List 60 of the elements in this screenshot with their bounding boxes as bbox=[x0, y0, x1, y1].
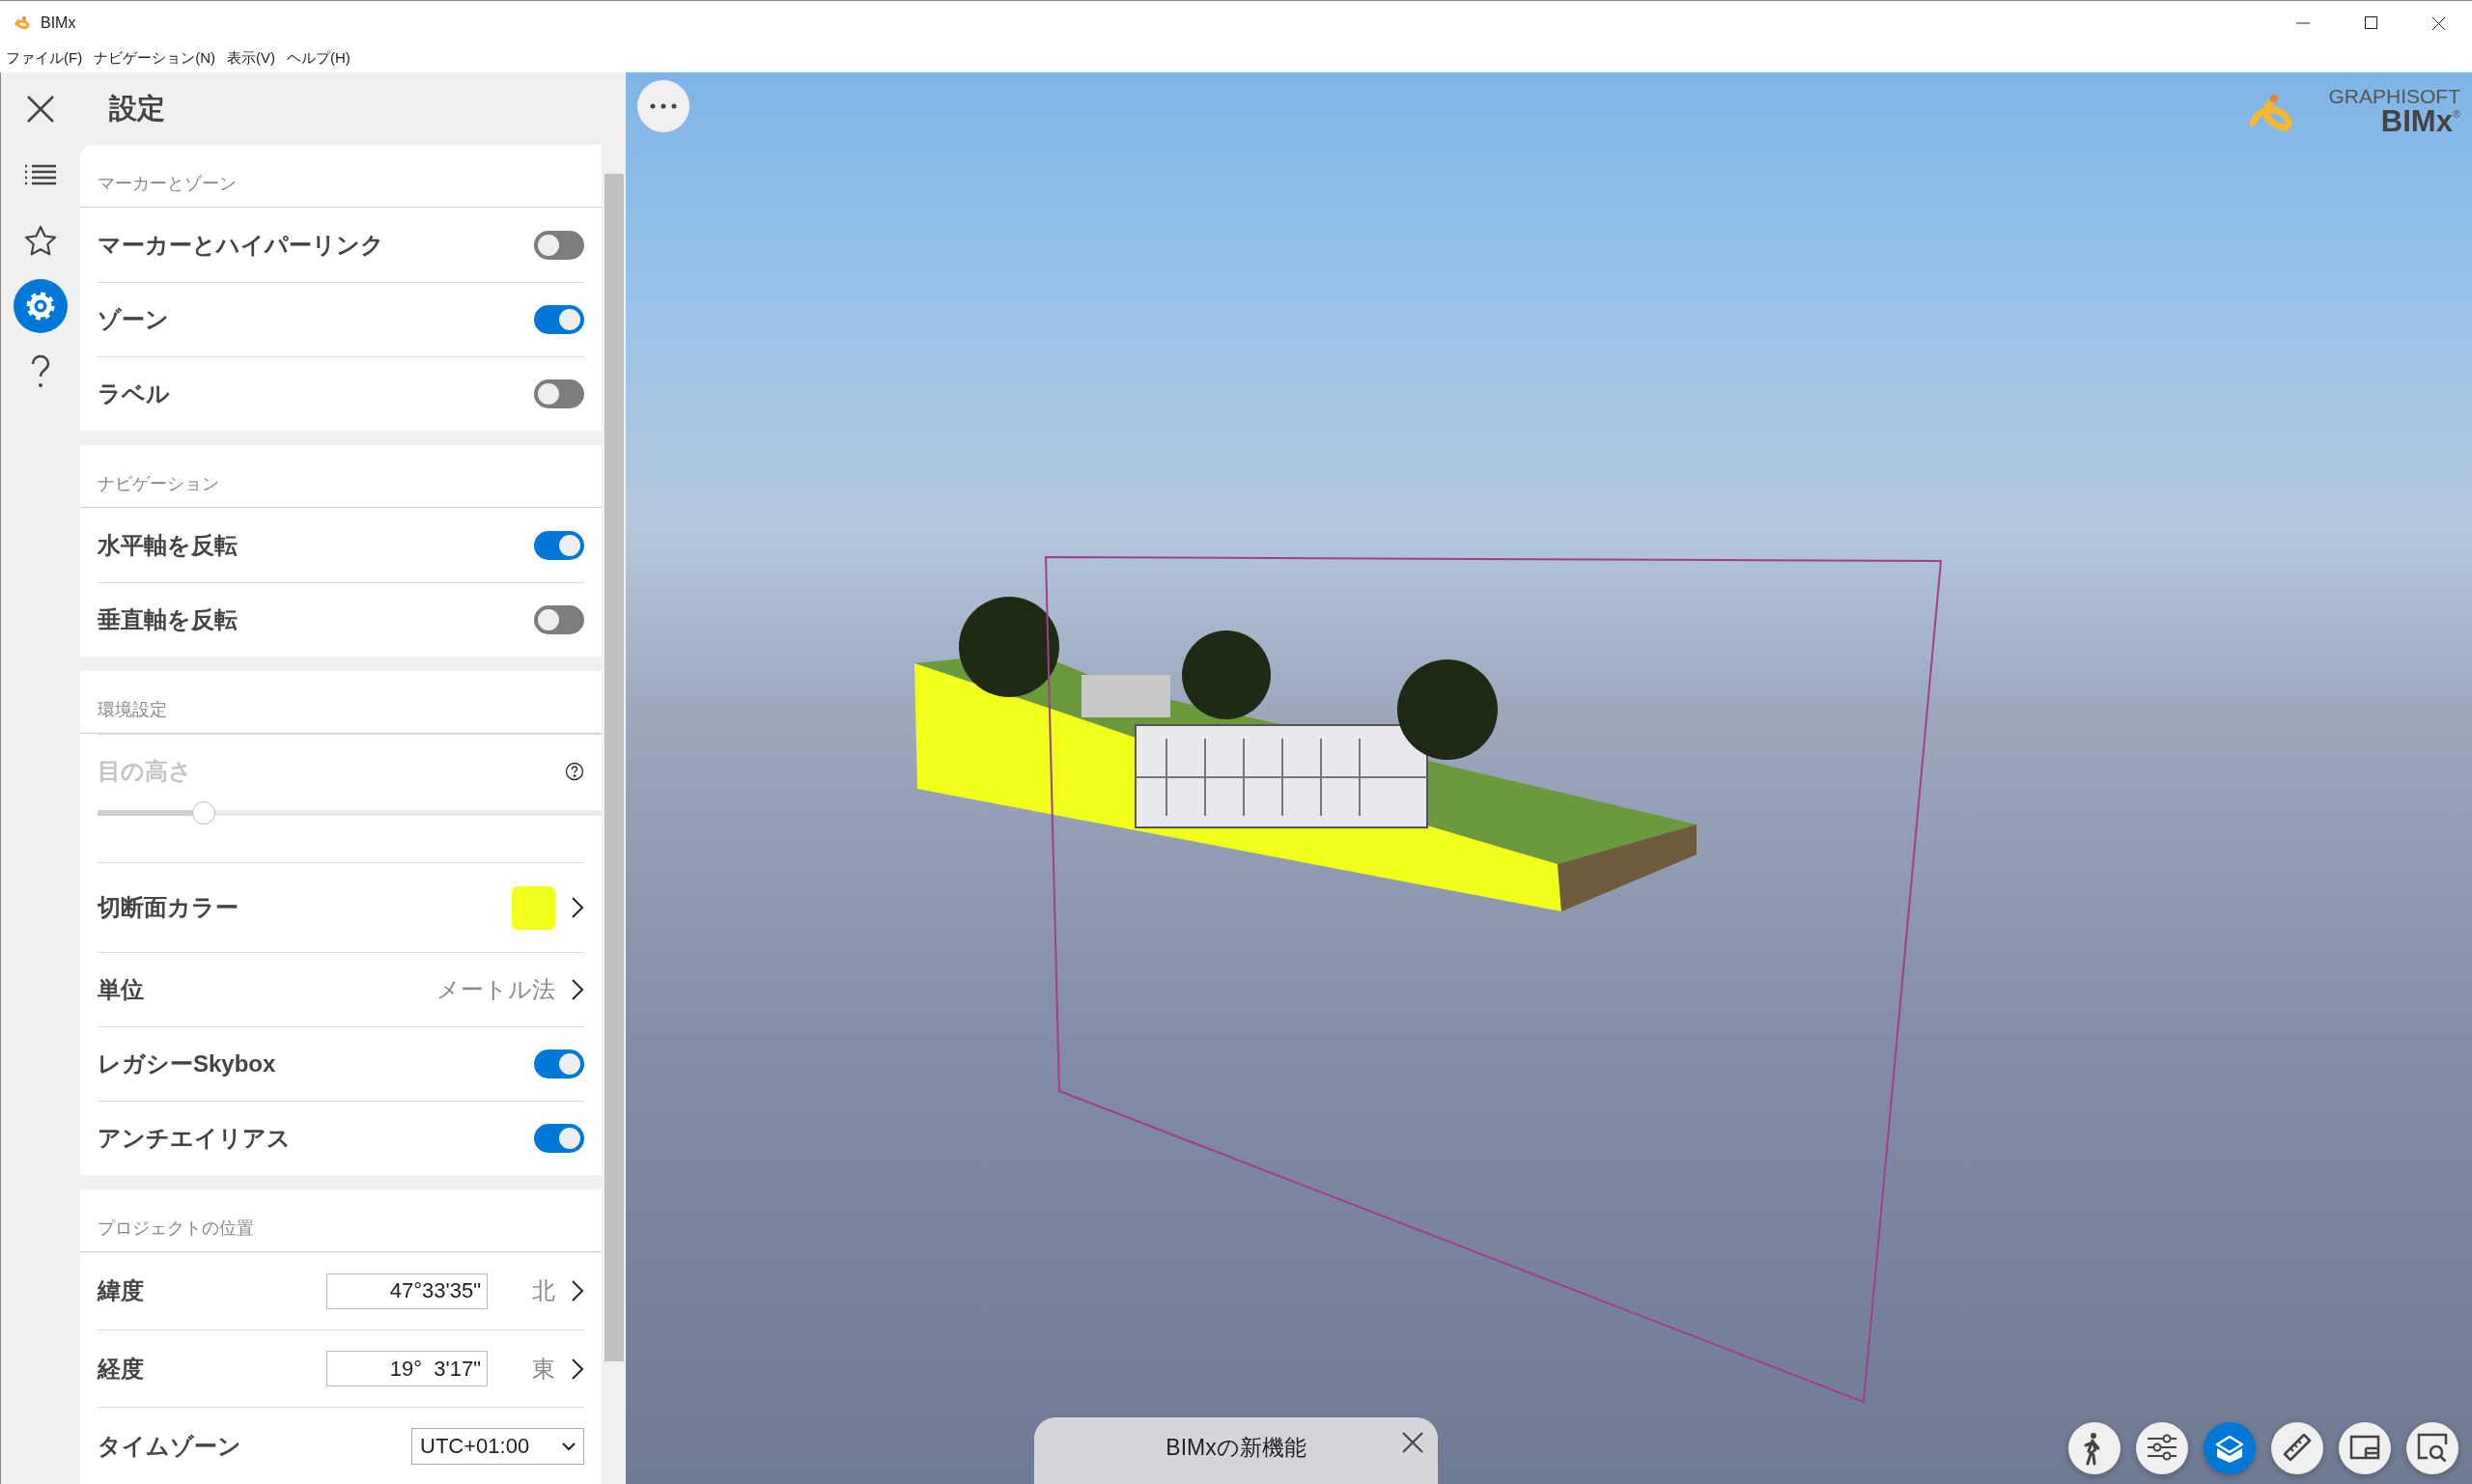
registered-mark: ® bbox=[2452, 107, 2460, 120]
toggle-switch[interactable] bbox=[534, 305, 584, 334]
toggle-switch[interactable] bbox=[534, 379, 584, 408]
setting-label: ラベル bbox=[98, 379, 170, 408]
menu-item[interactable]: 表示(V) bbox=[221, 47, 281, 70]
caret-icon bbox=[562, 1441, 576, 1451]
setting-label: マーカーとハイパーリンク bbox=[98, 230, 384, 260]
panel-title: 設定 bbox=[109, 91, 165, 126]
menu-item[interactable]: ファイル(F) bbox=[0, 47, 89, 70]
toolbar-button[interactable] bbox=[2339, 1422, 2391, 1474]
toolbar-button[interactable] bbox=[2136, 1422, 2188, 1474]
section-heading: ナビゲーション bbox=[80, 445, 602, 508]
brand-name: GRAPHISOFT bbox=[2328, 86, 2460, 106]
chevron-right-icon bbox=[571, 896, 584, 919]
toolbar-button[interactable] bbox=[2271, 1422, 2323, 1474]
setting-label: 水平軸を反転 bbox=[98, 530, 238, 560]
close-icon bbox=[26, 95, 55, 124]
timezone-select[interactable]: UTC+01:00 bbox=[411, 1427, 584, 1465]
sidebar-tab[interactable] bbox=[14, 279, 68, 333]
section-heading: マーカーとゾーン bbox=[80, 145, 602, 208]
toggle-switch[interactable] bbox=[534, 1124, 584, 1153]
scrollbar-thumb[interactable] bbox=[604, 174, 624, 1361]
setting-label: ゾーン bbox=[98, 305, 169, 334]
coordinate-field[interactable]: 19° 3'17" bbox=[326, 1351, 488, 1386]
toggle-switch[interactable] bbox=[534, 530, 584, 560]
chevron-right-icon bbox=[571, 978, 584, 1001]
section-heading: 環境設定 bbox=[80, 671, 602, 734]
direction-label: 北 bbox=[532, 1276, 555, 1305]
menu-item[interactable]: ヘルプ(H) bbox=[281, 47, 356, 70]
menu-item[interactable]: ナビゲーション(N) bbox=[88, 47, 221, 70]
more-icon bbox=[649, 102, 678, 110]
setting-label: レガシーSkybox bbox=[98, 1050, 276, 1078]
notification-title: BIMxの新機能 bbox=[1166, 1434, 1306, 1462]
chevron-right-icon bbox=[571, 1357, 584, 1381]
product-name: BIMx bbox=[2380, 106, 2453, 136]
setting-label: 単位 bbox=[98, 975, 144, 1004]
setting-label: アンチエイリアス bbox=[98, 1124, 291, 1153]
setting-value: メートル法 bbox=[436, 975, 555, 1004]
setting-label: 経度 bbox=[98, 1354, 144, 1384]
star-icon bbox=[23, 224, 58, 257]
setting-label: 目の高さ bbox=[98, 757, 192, 786]
color-swatch[interactable] bbox=[512, 885, 555, 930]
help-icon[interactable] bbox=[565, 762, 584, 781]
chevron-right-icon bbox=[571, 1279, 584, 1302]
toggle-switch[interactable] bbox=[534, 1050, 584, 1078]
close-button[interactable] bbox=[1401, 1431, 1424, 1454]
direction-label: 東 bbox=[532, 1354, 555, 1384]
toolbar-button[interactable] bbox=[2406, 1422, 2458, 1474]
section-heading: プロジェクトの位置 bbox=[80, 1190, 602, 1252]
toggle-switch[interactable] bbox=[534, 605, 584, 634]
toggle-switch[interactable] bbox=[534, 230, 584, 260]
setting-label: 切断面カラー bbox=[98, 893, 239, 922]
setting-label: 垂直軸を反転 bbox=[98, 605, 238, 634]
toolbar-button[interactable] bbox=[2204, 1422, 2256, 1474]
close-icon bbox=[1401, 1431, 1424, 1454]
setting-label: タイムゾーン bbox=[98, 1431, 241, 1461]
toolbar-button[interactable] bbox=[2068, 1422, 2121, 1474]
coordinate-field[interactable]: 47°33'35" bbox=[326, 1273, 488, 1309]
setting-label: 緯度 bbox=[98, 1276, 144, 1305]
window-title: BIMx bbox=[41, 13, 76, 33]
